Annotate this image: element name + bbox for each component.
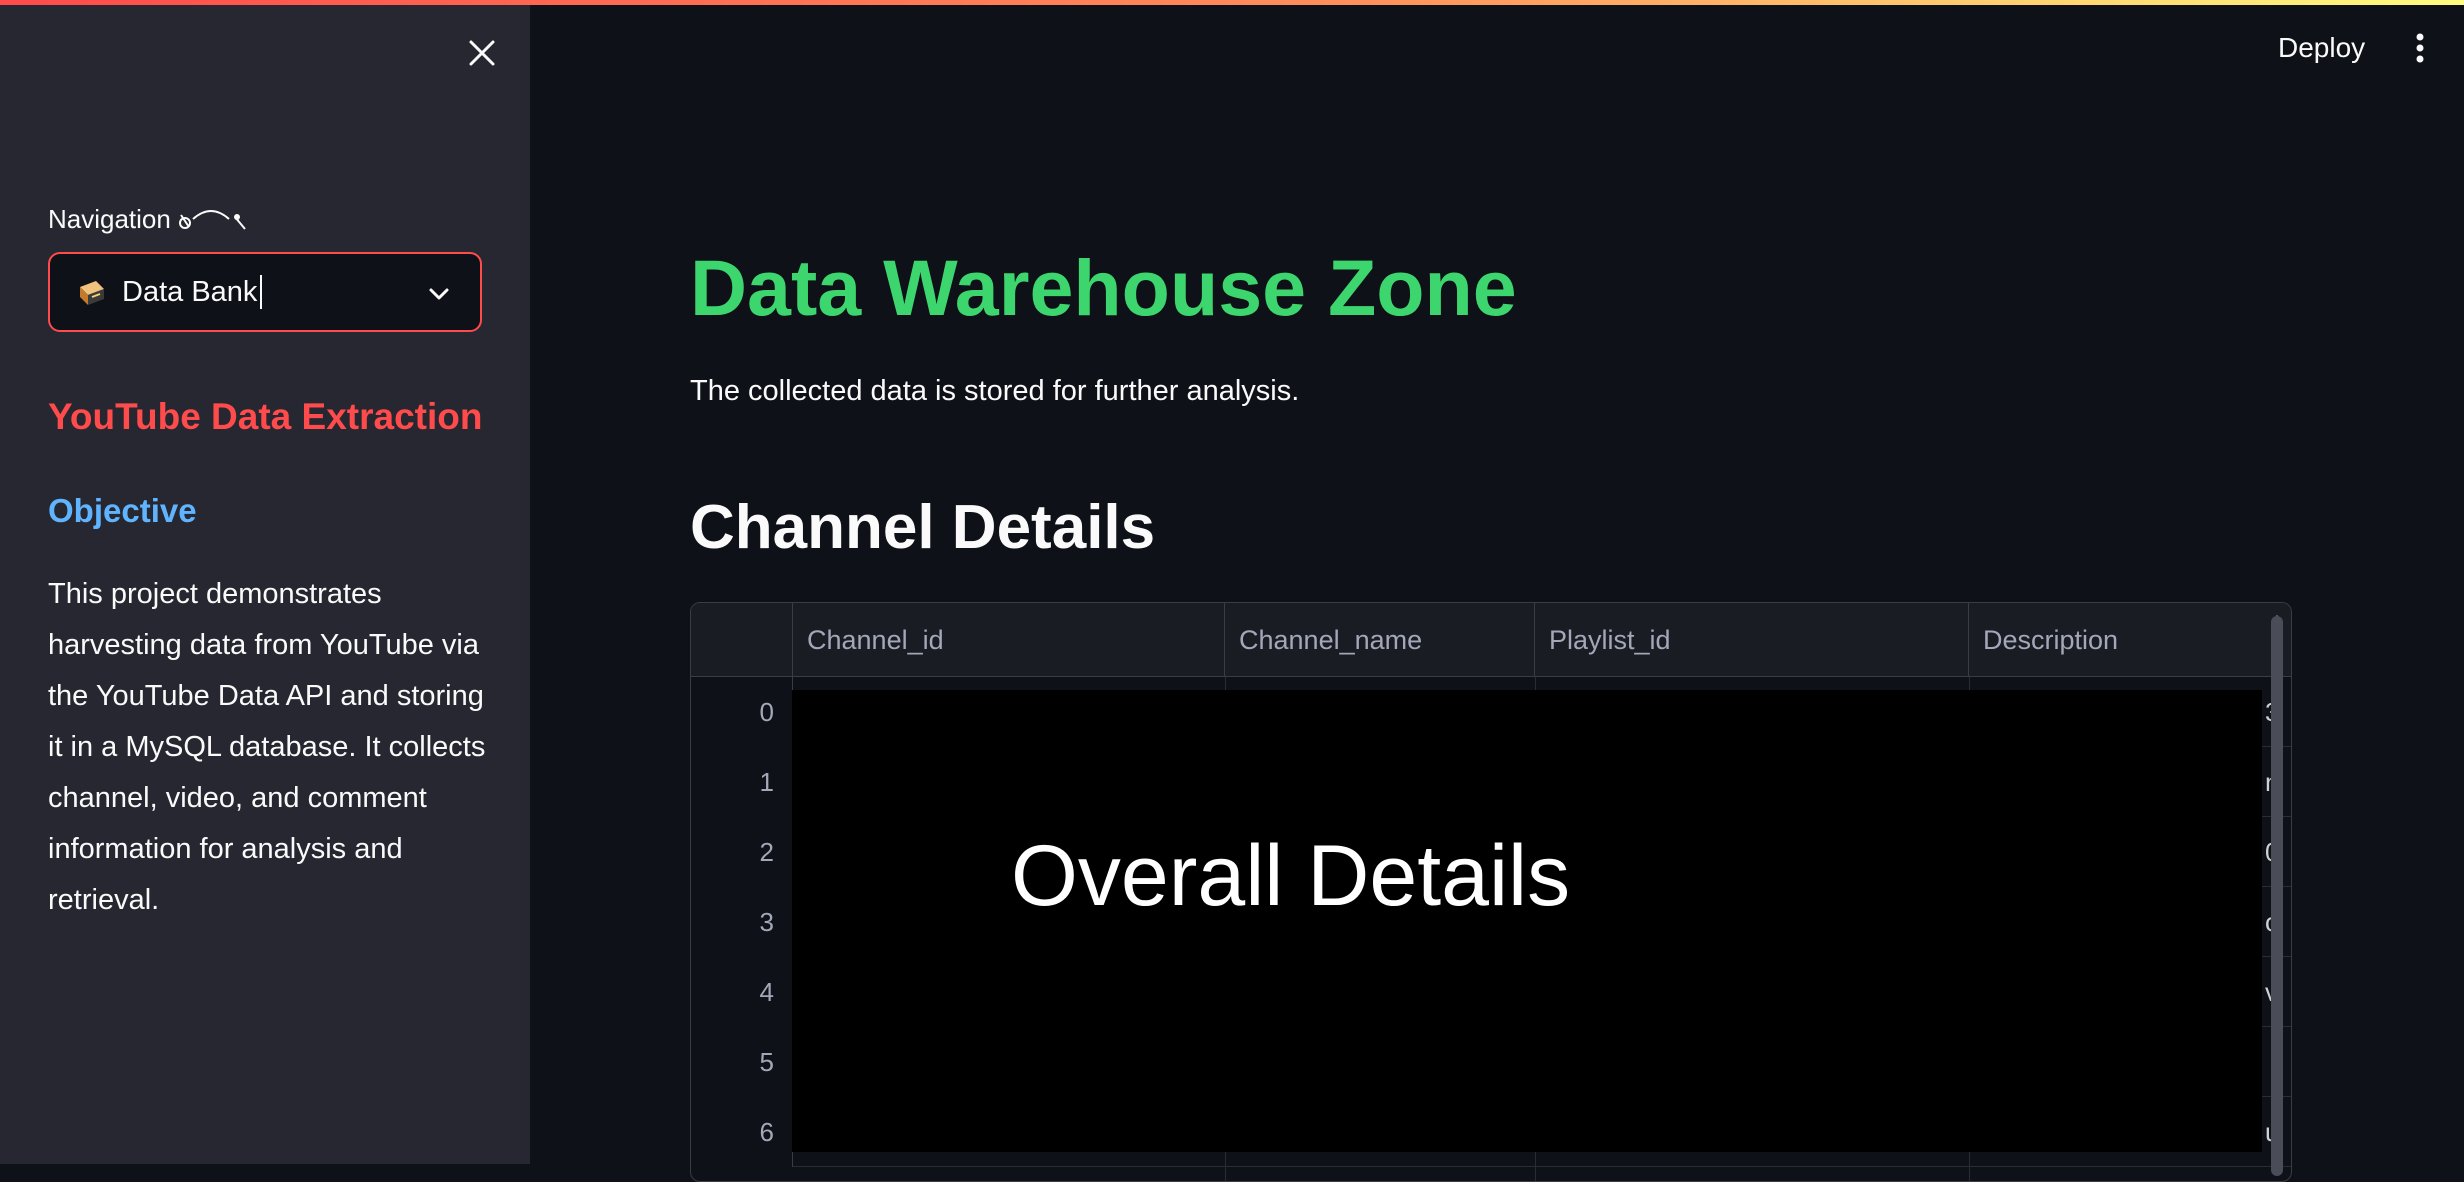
top-decoration-bar <box>0 0 2464 5</box>
column-header-description[interactable]: Description <box>1969 603 2291 677</box>
section-heading: Channel Details <box>690 493 1156 562</box>
row-index: 3 <box>691 887 793 957</box>
objective-heading: Objective <box>48 492 197 529</box>
row-index: 1 <box>691 747 793 817</box>
table-header-row: Channel_id Channel_name Playlist_id Desc… <box>691 603 2291 677</box>
deploy-button[interactable]: Deploy <box>2262 22 2381 74</box>
index-header <box>691 603 793 677</box>
column-header-playlist-id[interactable]: Playlist_id <box>1535 603 1969 677</box>
row-index: 6 <box>691 1097 793 1167</box>
more-vertical-icon <box>2416 33 2424 63</box>
navigation-label-text: Navigation <box>48 204 171 234</box>
main-menu-button[interactable] <box>2400 26 2440 70</box>
cabinet-emoji-icon <box>80 281 104 305</box>
navigation-select[interactable]: Data Bank <box>48 252 482 332</box>
row-index: 4 <box>691 957 793 1027</box>
navigation-select-value: Data Bank <box>122 275 258 308</box>
chevron-down-icon <box>429 288 449 300</box>
page-title: Data Warehouse Zone <box>690 243 1517 332</box>
column-header-channel-name[interactable]: Channel_name <box>1225 603 1535 677</box>
page-subtitle: The collected data is stored for further… <box>690 375 1300 407</box>
overlay-image-text: Overall Details <box>1011 828 1571 924</box>
navigation-label: Navigation <box>48 204 253 235</box>
close-sidebar-button[interactable] <box>463 34 501 72</box>
column-header-channel-id[interactable]: Channel_id <box>793 603 1225 677</box>
row-index: 5 <box>691 1027 793 1097</box>
table-vertical-scrollbar[interactable] <box>2271 616 2283 1176</box>
sidebar: Navigation Data Bank YouTube Data Extrac… <box>0 0 530 1164</box>
close-icon <box>469 40 495 66</box>
sidebar-title: YouTube Data Extraction <box>48 396 483 437</box>
objective-text: This project demonstrates harvesting dat… <box>48 578 486 916</box>
row-index: 0 <box>691 677 793 747</box>
text-caret <box>260 275 263 309</box>
scissors-path-icon <box>178 209 246 230</box>
row-index: 2 <box>691 817 793 887</box>
